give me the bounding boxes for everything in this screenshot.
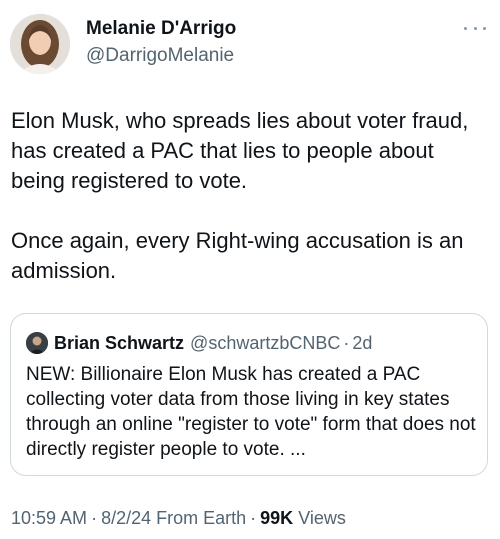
meta-separator: ·: [91, 508, 98, 528]
tweet-source: From Earth: [156, 508, 247, 528]
tweet-meta: 10:59 AM · 8/2/24 From Earth · 99K Views: [11, 508, 346, 529]
author-name[interactable]: Melanie D'Arrigo: [86, 18, 236, 40]
more-dot: [464, 26, 467, 30]
more-dot: [483, 26, 486, 30]
quoted-author-name[interactable]: Brian Schwartz: [54, 333, 184, 354]
quoted-author-avatar[interactable]: [26, 332, 48, 354]
tweet-paragraph: Once again, every Right-wing accusation …: [11, 228, 464, 283]
quoted-tweet-text: NEW: Billionaire Elon Musk has created a…: [26, 364, 476, 460]
quoted-tweet-header: Brian Schwartz @schwartzbCNBC · 2d: [26, 330, 372, 356]
views-label: Views: [298, 508, 346, 528]
tweet-header: Melanie D'Arrigo @DarrigoMelanie: [10, 12, 490, 76]
quoted-separator: ·: [343, 332, 350, 353]
author-avatar-image: [10, 14, 70, 74]
quoted-author-handle[interactable]: @schwartzbCNBC: [190, 333, 340, 354]
tweet-date[interactable]: 8/2/24: [101, 508, 151, 528]
quoted-author-avatar-image: [26, 332, 48, 354]
more-options-icon[interactable]: [464, 22, 486, 34]
views-count[interactable]: 99K: [260, 508, 293, 528]
tweet-paragraph: Elon Musk, who spreads lies about voter …: [11, 108, 469, 193]
author-handle[interactable]: @DarrigoMelanie: [86, 45, 234, 67]
more-dot: [473, 26, 477, 30]
meta-separator: ·: [250, 508, 257, 528]
quoted-timestamp[interactable]: 2d: [352, 333, 372, 354]
tweet-time[interactable]: 10:59 AM: [11, 508, 87, 528]
author-avatar[interactable]: [10, 14, 70, 74]
tweet-text: Elon Musk, who spreads lies about voter …: [11, 106, 489, 286]
quoted-tweet[interactable]: Brian Schwartz @schwartzbCNBC · 2d NEW: …: [10, 313, 488, 476]
